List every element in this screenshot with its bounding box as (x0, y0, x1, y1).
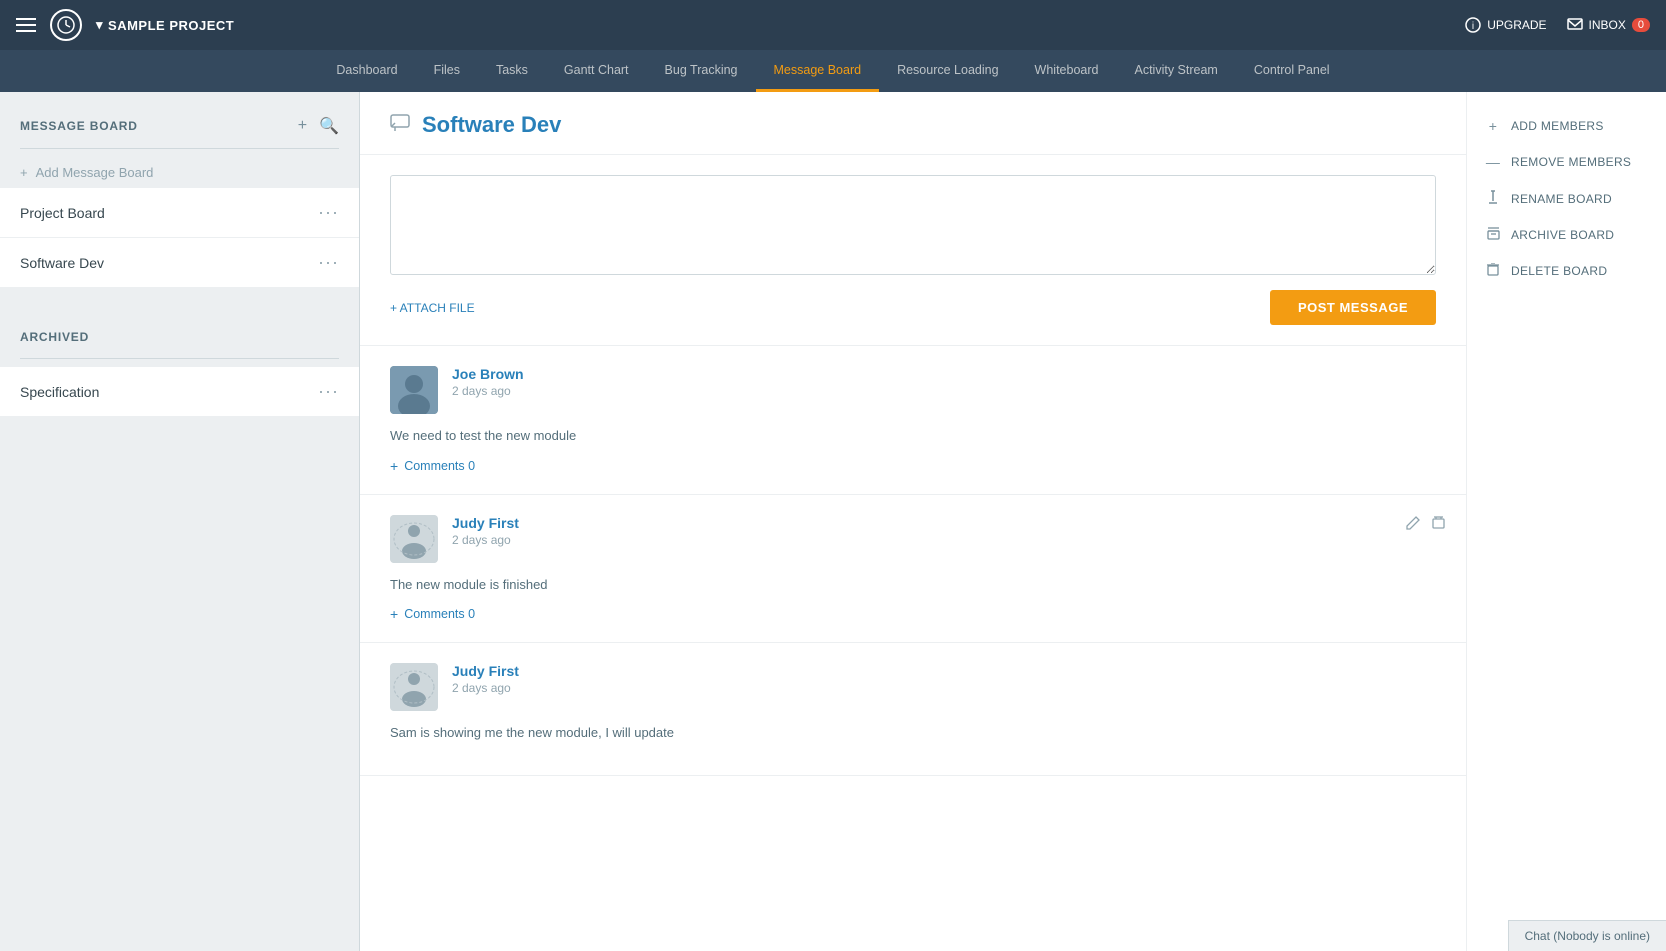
message-body: The new module is finished (390, 575, 1436, 595)
rename-board-label: RENAME BOARD (1511, 192, 1612, 206)
project-arrow: ▾ (96, 17, 103, 33)
compose-area: + ATTACH FILE POST MESSAGE (360, 155, 1466, 346)
board-options-specification[interactable]: ··· (318, 381, 339, 402)
project-name[interactable]: ▾ SAMPLE PROJECT (96, 17, 234, 33)
board-options-project[interactable]: ··· (318, 202, 339, 223)
nav-resource-loading[interactable]: Resource Loading (879, 50, 1016, 92)
message-author: Joe Brown (452, 366, 524, 382)
archived-section: ARCHIVED Specification ··· (0, 304, 359, 417)
board-message-icon (390, 114, 410, 137)
chat-label: Chat (Nobody is online) (1525, 929, 1650, 943)
comments-link[interactable]: + Comments 0 (390, 458, 1436, 474)
archive-board-button[interactable]: ARCHIVE BOARD (1467, 217, 1666, 253)
sidebar-divider (20, 148, 339, 149)
add-board-link[interactable]: + Add Message Board (0, 157, 359, 188)
board-name-software-dev: Software Dev (20, 255, 104, 271)
comments-label: Comments 0 (404, 459, 475, 473)
message-input[interactable] (390, 175, 1436, 275)
add-board-icon[interactable]: + (298, 117, 307, 135)
delete-board-icon (1485, 263, 1501, 279)
message-body: We need to test the new module (390, 426, 1436, 446)
board-header: Software Dev (360, 92, 1466, 155)
main-layout: MESSAGE BOARD + 🔍 + Add Message Board Pr… (0, 92, 1666, 951)
message-body: Sam is showing me the new module, I will… (390, 723, 1436, 743)
add-icon: + (20, 165, 28, 180)
clock-icon (50, 9, 82, 41)
board-title: Software Dev (422, 112, 561, 138)
upgrade-button[interactable]: i UPGRADE (1465, 17, 1546, 33)
sidebar-section-title: MESSAGE BOARD (20, 119, 138, 133)
top-bar: ▾ SAMPLE PROJECT i UPGRADE INBOX 0 (0, 0, 1666, 50)
avatar-judy-first (390, 515, 438, 563)
main-navigation: Dashboard Files Tasks Gantt Chart Bug Tr… (0, 50, 1666, 92)
nav-bug-tracking[interactable]: Bug Tracking (647, 50, 756, 92)
add-members-icon: + (1485, 118, 1501, 134)
comments-plus-icon: + (390, 606, 398, 622)
message-item: Judy First 2 days ago The new module is … (360, 495, 1466, 644)
avatar-judy-first-2 (390, 663, 438, 711)
rename-board-icon (1485, 190, 1501, 207)
rename-board-button[interactable]: RENAME BOARD (1467, 180, 1666, 217)
add-members-button[interactable]: + ADD MEMBERS (1467, 108, 1666, 144)
archive-board-icon (1485, 227, 1501, 243)
archive-board-label: ARCHIVE BOARD (1511, 228, 1614, 242)
delete-board-label: DELETE BOARD (1511, 264, 1607, 278)
inbox-count: 0 (1632, 18, 1650, 32)
right-panel: + ADD MEMBERS — REMOVE MEMBERS RENAME BO… (1466, 92, 1666, 951)
archived-title: ARCHIVED (20, 330, 89, 344)
search-icon[interactable]: 🔍 (319, 116, 339, 136)
board-item-project[interactable]: Project Board ··· (0, 188, 359, 238)
nav-tasks[interactable]: Tasks (478, 50, 546, 92)
message-time: 2 days ago (452, 681, 519, 695)
remove-members-button[interactable]: — REMOVE MEMBERS (1467, 144, 1666, 180)
nav-gantt-chart[interactable]: Gantt Chart (546, 50, 647, 92)
edit-icon[interactable] (1406, 515, 1421, 535)
nav-message-board[interactable]: Message Board (756, 50, 880, 92)
attach-file-link[interactable]: + ATTACH FILE (390, 301, 475, 315)
content-area: Software Dev + ATTACH FILE POST MESSAGE (360, 92, 1466, 951)
comments-label: Comments 0 (404, 607, 475, 621)
nav-control-panel[interactable]: Control Panel (1236, 50, 1348, 92)
board-item-specification[interactable]: Specification ··· (0, 367, 359, 417)
comments-plus-icon: + (390, 458, 398, 474)
sidebar: MESSAGE BOARD + 🔍 + Add Message Board Pr… (0, 92, 360, 951)
nav-activity-stream[interactable]: Activity Stream (1116, 50, 1235, 92)
message-time: 2 days ago (452, 384, 524, 398)
hamburger-menu[interactable] (16, 18, 36, 32)
message-item: Joe Brown 2 days ago We need to test the… (360, 346, 1466, 495)
message-author: Judy First (452, 663, 519, 679)
comments-link[interactable]: + Comments 0 (390, 606, 1436, 622)
delete-icon[interactable] (1431, 515, 1446, 535)
post-message-button[interactable]: POST MESSAGE (1270, 290, 1436, 325)
svg-text:i: i (1472, 21, 1474, 32)
add-board-label: Add Message Board (36, 165, 154, 180)
board-name-project: Project Board (20, 205, 105, 221)
nav-dashboard[interactable]: Dashboard (318, 50, 415, 92)
chat-bar[interactable]: Chat (Nobody is online) (1508, 920, 1666, 951)
message-item: Judy First 2 days ago Sam is showing me … (360, 643, 1466, 776)
project-title: SAMPLE PROJECT (108, 18, 234, 33)
remove-members-icon: — (1485, 154, 1501, 170)
avatar-joe-brown (390, 366, 438, 414)
inbox-button[interactable]: INBOX 0 (1567, 18, 1650, 32)
board-item-software-dev[interactable]: Software Dev ··· (0, 238, 359, 288)
message-author: Judy First (452, 515, 519, 531)
board-name-specification: Specification (20, 384, 99, 400)
remove-members-label: REMOVE MEMBERS (1511, 155, 1631, 169)
add-members-label: ADD MEMBERS (1511, 119, 1604, 133)
delete-board-button[interactable]: DELETE BOARD (1467, 253, 1666, 289)
message-time: 2 days ago (452, 533, 519, 547)
nav-whiteboard[interactable]: Whiteboard (1017, 50, 1117, 92)
sidebar-header: MESSAGE BOARD + 🔍 (0, 108, 359, 148)
nav-files[interactable]: Files (416, 50, 478, 92)
board-options-software-dev[interactable]: ··· (318, 252, 339, 273)
